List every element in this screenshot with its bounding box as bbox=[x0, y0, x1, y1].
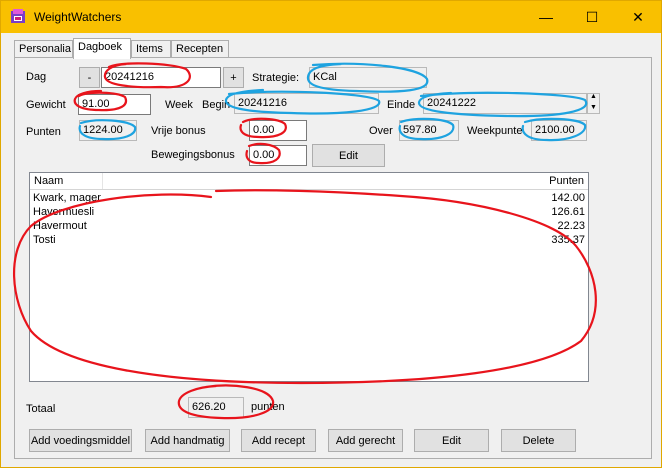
add-gerecht-button[interactable]: Add gerecht bbox=[328, 429, 403, 452]
column-punten[interactable]: Punten bbox=[549, 175, 584, 187]
maximize-icon[interactable]: ☐ bbox=[569, 1, 615, 33]
vrije-bonus-field[interactable]: 0.00 bbox=[249, 120, 307, 141]
einde-scrollbar[interactable]: ▲ ▼ bbox=[587, 93, 600, 114]
punten-label: Punten bbox=[26, 126, 61, 138]
column-naam[interactable]: Naam bbox=[34, 175, 63, 187]
dag-label: Dag bbox=[26, 71, 47, 83]
totaal-unit: punten bbox=[251, 401, 285, 413]
over-field: 597.80 bbox=[399, 120, 459, 141]
minimize-icon[interactable]: — bbox=[523, 1, 569, 33]
totaal-field: 626.20 bbox=[188, 397, 244, 418]
list-row[interactable]: Kwark, mager 142.00 bbox=[30, 192, 588, 205]
tab-dagboek[interactable]: Dagboek bbox=[73, 38, 131, 59]
add-recept-button[interactable]: Add recept bbox=[241, 429, 316, 452]
list-row[interactable]: Havermout 22.23 bbox=[30, 220, 588, 233]
edit-entry-button[interactable]: Edit bbox=[414, 429, 489, 452]
add-voedingsmiddel-button[interactable]: Add voedingsmiddel bbox=[29, 429, 132, 452]
row-punten: 126.61 bbox=[551, 206, 585, 218]
food-list[interactable]: Naam Punten Kwark, mager 142.00 Havermue… bbox=[29, 172, 589, 382]
add-handmatig-button[interactable]: Add handmatig bbox=[145, 429, 230, 452]
list-header: Naam Punten bbox=[30, 173, 588, 190]
column-divider[interactable] bbox=[102, 173, 103, 189]
tab-items[interactable]: Items bbox=[131, 40, 171, 58]
close-icon[interactable]: ✕ bbox=[615, 1, 661, 33]
date-field[interactable]: 20241216 bbox=[101, 67, 221, 88]
row-naam: Tosti bbox=[33, 234, 56, 246]
einde-field: 20241222 bbox=[423, 93, 587, 114]
weekpunten-field: 2100.00 bbox=[531, 120, 587, 141]
scroll-down-icon[interactable]: ▼ bbox=[590, 104, 597, 111]
bewegingsbonus-label: Bewegingsbonus bbox=[151, 149, 235, 161]
weekpunten-label: Weekpunte bbox=[467, 125, 523, 137]
row-naam: Kwark, mager bbox=[33, 192, 101, 204]
scroll-up-icon[interactable]: ▲ bbox=[590, 93, 597, 100]
begin-label: Begin bbox=[202, 99, 231, 111]
row-punten: 22.23 bbox=[557, 220, 585, 232]
bewegingsbonus-field[interactable]: 0.00 bbox=[249, 145, 307, 166]
over-label: Over bbox=[369, 125, 393, 137]
begin-field: 20241216 bbox=[234, 93, 379, 114]
punten-field: 1224.00 bbox=[79, 120, 137, 141]
row-punten: 335.37 bbox=[551, 234, 585, 246]
vrije-bonus-label: Vrije bonus bbox=[151, 125, 206, 137]
title-bar[interactable]: WeightWatchers — ☐ ✕ bbox=[1, 1, 661, 33]
tab-recepten[interactable]: Recepten bbox=[171, 40, 229, 58]
week-label: Week bbox=[165, 99, 193, 111]
gewicht-label: Gewicht bbox=[26, 99, 66, 111]
row-naam: Havermuesli bbox=[33, 206, 95, 218]
prev-day-button[interactable]: - bbox=[79, 67, 100, 88]
row-naam: Havermout bbox=[33, 220, 87, 232]
strategie-field: KCal bbox=[309, 67, 427, 88]
next-day-button[interactable]: + bbox=[223, 67, 244, 88]
einde-label: Einde bbox=[387, 99, 416, 111]
gewicht-field[interactable]: 91.00 bbox=[78, 94, 151, 115]
tab-personalia[interactable]: Personalia bbox=[14, 40, 73, 58]
totaal-label: Totaal bbox=[26, 403, 56, 415]
window-title: WeightWatchers bbox=[34, 10, 122, 24]
edit-bonus-button[interactable]: Edit bbox=[312, 144, 385, 167]
delete-entry-button[interactable]: Delete bbox=[501, 429, 576, 452]
row-punten: 142.00 bbox=[551, 192, 585, 204]
app-icon bbox=[11, 9, 25, 23]
list-row[interactable]: Havermuesli 126.61 bbox=[30, 206, 588, 219]
strategie-label: Strategie: bbox=[252, 72, 300, 84]
app-window: WeightWatchers — ☐ ✕ Personalia Dagboek … bbox=[0, 0, 662, 468]
list-row[interactable]: Tosti 335.37 bbox=[30, 234, 588, 247]
